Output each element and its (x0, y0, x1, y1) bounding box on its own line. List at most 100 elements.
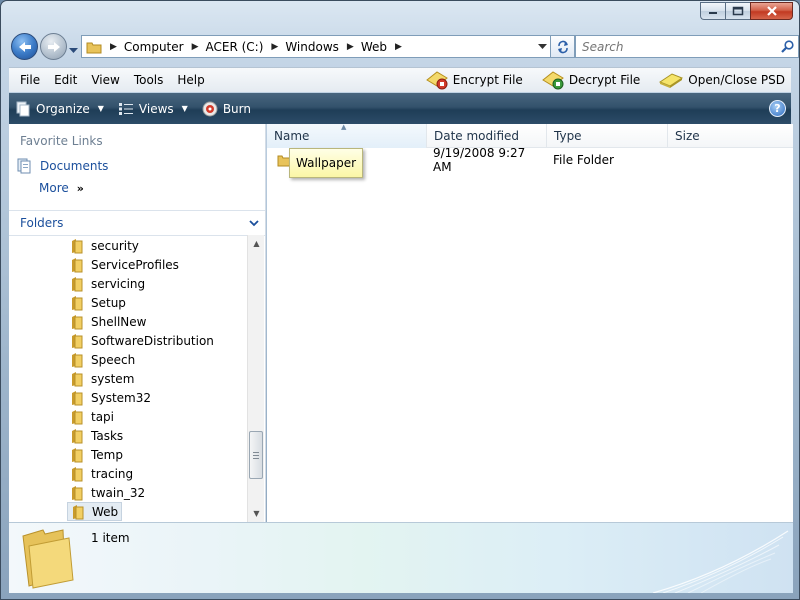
burn-button[interactable]: Burn (202, 101, 251, 117)
chevron-down-icon: ▼ (97, 104, 104, 113)
folder-tree-label: ShellNew (91, 314, 147, 329)
breadcrumb-separator-icon[interactable]: ▶ (110, 42, 117, 52)
scrollbar-thumb[interactable] (249, 431, 263, 479)
folder-tree-item[interactable]: SoftwareDistribution (67, 331, 217, 350)
chevron-down-icon (69, 48, 78, 53)
file-list-pane: ▲ Name Date modified Type Size Wallpaper… (267, 123, 793, 522)
menu-help[interactable]: Help (170, 73, 211, 87)
column-headers: ▲ Name Date modified Type Size (267, 123, 793, 148)
breadcrumb-windows[interactable]: Windows (285, 40, 339, 54)
column-type-label: Type (554, 129, 582, 143)
file-name-cell[interactable]: Wallpaper (267, 147, 427, 178)
column-date-label: Date modified (434, 129, 520, 143)
navigation-pane: Favorite Links Documents More » Folders … (9, 124, 266, 522)
folder-icon (72, 314, 83, 329)
help-icon: ? (774, 102, 781, 115)
folder-tree-item[interactable]: System32 (67, 388, 154, 407)
folder-icon (72, 257, 83, 272)
views-label: Views (138, 101, 174, 116)
folder-tree-item[interactable]: tracing (67, 464, 136, 483)
breadcrumb-web[interactable]: Web (361, 40, 387, 54)
file-row[interactable]: Wallpaper 9/19/2008 9:27 AM File Folder (267, 146, 668, 178)
forward-button[interactable] (40, 33, 67, 60)
menu-file[interactable]: File (13, 73, 47, 87)
back-button[interactable] (11, 33, 38, 60)
folder-tree-label: Web (92, 504, 119, 519)
encrypt-file-button[interactable]: Encrypt File (425, 70, 523, 90)
folder-tree-label: Tasks (91, 428, 124, 443)
decorative-swoosh (653, 530, 789, 593)
folder-tree-label: Temp (91, 447, 123, 462)
folder-tree-item[interactable]: security (67, 236, 142, 255)
menu-tools[interactable]: Tools (127, 73, 171, 87)
column-header-name[interactable]: ▲ Name (267, 123, 427, 148)
decrypt-file-button[interactable]: Decrypt File (541, 70, 640, 90)
command-bar: Organize ▼ Views ▼ Burn ? (9, 93, 791, 124)
menu-edit[interactable]: Edit (47, 73, 84, 87)
folder-tree-item[interactable]: servicing (67, 274, 148, 293)
address-bar[interactable]: ▶ Computer ▶ ACER (C:) ▶ Windows ▶ Web ▶ (81, 35, 551, 58)
folder-tree-item[interactable]: Web (67, 502, 123, 521)
details-pane: 1 item (9, 522, 793, 593)
menu-view[interactable]: View (84, 73, 126, 87)
breadcrumb-separator-icon[interactable]: ▶ (192, 42, 199, 52)
column-header-size[interactable]: Size (668, 124, 793, 148)
open-close-psd-button[interactable]: Open/Close PSD (658, 70, 785, 90)
folders-header[interactable]: Folders (9, 210, 265, 236)
folder-icon (72, 352, 83, 367)
folder-tree-item[interactable]: Speech (67, 350, 138, 369)
folder-tree-item[interactable]: ShellNew (67, 312, 149, 331)
folder-tree-item[interactable]: ServiceProfiles (67, 255, 182, 274)
folder-tree-item[interactable]: Setup (67, 293, 129, 312)
folder-icon (72, 447, 83, 462)
breadcrumb-computer[interactable]: Computer (124, 40, 184, 54)
double-chevron-icon: » (76, 181, 84, 195)
breadcrumb-separator-icon[interactable]: ▶ (271, 42, 278, 52)
scroll-up-arrow-icon[interactable]: ▲ (248, 235, 265, 252)
address-history-dropdown[interactable] (534, 36, 550, 57)
folder-icon (72, 371, 83, 386)
minimize-button[interactable] (700, 2, 725, 20)
search-icon (780, 40, 794, 53)
folder-tree: security ServiceProfiles servicing Setup She… (9, 235, 247, 522)
breadcrumb-drive[interactable]: ACER (C:) (206, 40, 264, 54)
folder-tree-label: servicing (91, 276, 146, 291)
folder-icon (72, 390, 83, 405)
folder-tree-item[interactable]: Tasks (67, 426, 126, 445)
psd-drive-icon (659, 73, 684, 88)
file-date-cell: 9/19/2008 9:27 AM (433, 146, 526, 174)
column-header-type[interactable]: Type (547, 124, 668, 148)
help-button[interactable]: ? (769, 100, 786, 117)
more-links-button[interactable]: More » (39, 181, 84, 195)
refresh-icon (557, 40, 568, 53)
favorite-link-documents[interactable]: Documents (17, 158, 108, 174)
recent-pages-dropdown[interactable] (69, 43, 78, 57)
views-icon (118, 102, 133, 115)
menu-bar: File Edit View Tools Help Encrypt File D (9, 67, 791, 92)
chevron-down-icon: ▼ (181, 104, 188, 113)
folder-tree-scrollbar[interactable]: ▲ ▼ (247, 235, 264, 522)
favorite-link-label: Documents (40, 159, 109, 173)
close-button[interactable] (750, 2, 793, 20)
breadcrumb-separator-icon[interactable]: ▶ (395, 42, 402, 52)
search-button[interactable] (776, 40, 798, 53)
column-header-date-modified[interactable]: Date modified (427, 124, 547, 148)
views-button[interactable]: Views ▼ (118, 102, 188, 116)
folder-tree-item[interactable]: system (67, 369, 137, 388)
folders-title: Folders (20, 216, 64, 230)
maximize-button[interactable] (725, 2, 750, 20)
search-box[interactable] (575, 35, 799, 58)
scroll-down-arrow-icon[interactable]: ▼ (248, 505, 265, 522)
breadcrumb-separator-icon[interactable]: ▶ (347, 42, 354, 52)
grip-icon (253, 451, 259, 459)
organize-button[interactable]: Organize ▼ (15, 101, 104, 117)
refresh-button[interactable] (551, 35, 575, 58)
chevron-down-icon (249, 219, 259, 226)
folder-tree-item[interactable]: twain_32 (67, 483, 148, 502)
folder-tree-item[interactable]: tapi (67, 407, 117, 426)
close-icon (766, 6, 777, 16)
search-input[interactable] (576, 39, 776, 54)
sort-ascending-icon: ▲ (341, 123, 347, 131)
folder-tree-item[interactable]: Temp (67, 445, 126, 464)
explorer-window: ▶ Computer ▶ ACER (C:) ▶ Windows ▶ Web ▶ (0, 0, 800, 600)
